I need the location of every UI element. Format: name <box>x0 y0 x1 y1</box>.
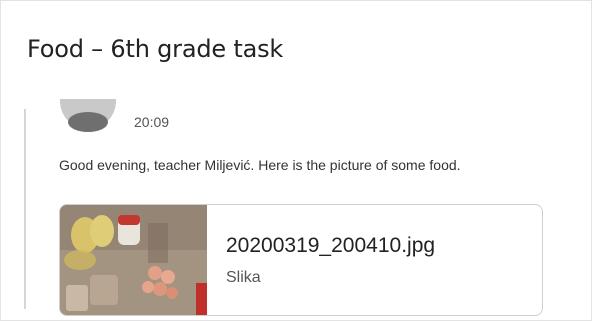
post-time: 20:09 <box>134 114 170 130</box>
post-message: Good evening, teacher Miljević. Here is … <box>59 157 461 173</box>
post-panel: Food – 6th grade task 20:09 Good evening… <box>0 0 592 321</box>
thread-line <box>24 109 26 309</box>
food-photo-thumbnail[interactable] <box>60 205 207 315</box>
user-avatar-icon[interactable] <box>60 99 116 135</box>
attachment-file-name[interactable]: 20200319_200410.jpg <box>226 234 435 258</box>
attachment-file-type: Slika <box>226 269 261 286</box>
food-photo-icon <box>60 205 207 315</box>
page-title: Food – 6th grade task <box>27 35 284 63</box>
attachment-card[interactable]: 20200319_200410.jpg Slika <box>59 204 543 316</box>
